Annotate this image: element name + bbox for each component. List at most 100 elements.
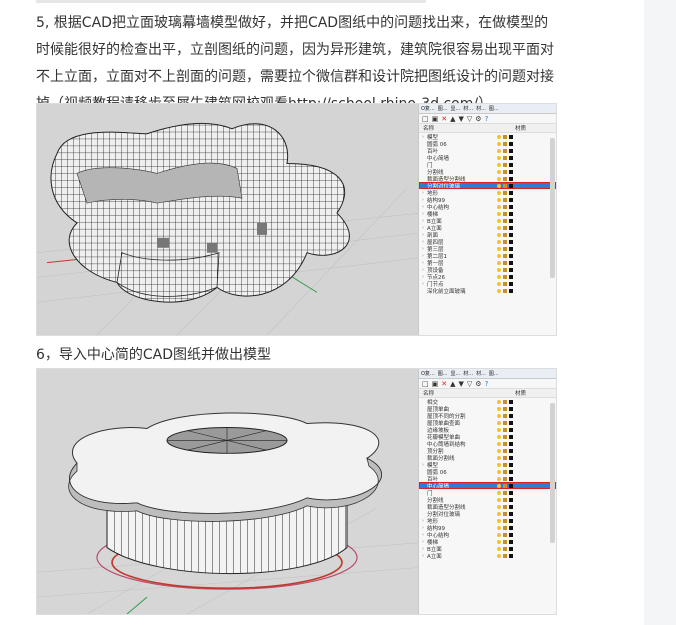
color-swatch[interactable] — [509, 413, 513, 418]
lightbulb-icon[interactable] — [497, 462, 501, 467]
lightbulb-icon[interactable] — [497, 211, 501, 216]
lock-icon[interactable] — [503, 441, 507, 446]
lock-icon[interactable] — [503, 148, 507, 153]
lightbulb-icon[interactable] — [497, 281, 501, 286]
lightbulb-icon[interactable] — [497, 546, 501, 551]
lightbulb-icon[interactable] — [497, 413, 501, 418]
lightbulb-icon[interactable] — [497, 267, 501, 272]
color-swatch[interactable] — [509, 288, 513, 293]
color-swatch[interactable] — [509, 232, 513, 237]
lock-icon[interactable] — [503, 141, 507, 146]
lightbulb-icon[interactable] — [497, 469, 501, 474]
lock-icon[interactable] — [503, 427, 507, 432]
lightbulb-icon[interactable] — [497, 532, 501, 537]
color-swatch[interactable] — [509, 260, 513, 265]
lock-icon[interactable] — [503, 155, 507, 160]
help-icon[interactable]: ? — [485, 380, 489, 388]
tab-layers[interactable]: O复... — [421, 370, 435, 377]
tab-render[interactable]: 材... — [476, 370, 486, 377]
lock-icon[interactable] — [503, 504, 507, 509]
color-swatch[interactable] — [509, 420, 513, 425]
color-swatch[interactable] — [509, 267, 513, 272]
lightbulb-icon[interactable] — [497, 497, 501, 502]
lock-icon[interactable] — [503, 539, 507, 544]
filter-icon[interactable]: ▽ — [467, 380, 472, 388]
scrollbar[interactable] — [550, 403, 555, 543]
expand-chevron-icon[interactable]: › — [419, 532, 427, 538]
lock-icon[interactable] — [503, 239, 507, 244]
color-swatch[interactable] — [509, 406, 513, 411]
delete-icon[interactable]: ✕ — [441, 380, 447, 388]
color-swatch[interactable] — [509, 162, 513, 167]
expand-chevron-icon[interactable]: › — [419, 260, 427, 266]
color-swatch[interactable] — [509, 553, 513, 558]
lock-icon[interactable] — [503, 253, 507, 258]
expand-chevron-icon[interactable]: › — [419, 281, 427, 287]
lock-icon[interactable] — [503, 553, 507, 558]
color-swatch[interactable] — [509, 532, 513, 537]
lock-icon[interactable] — [503, 274, 507, 279]
lightbulb-icon[interactable] — [497, 246, 501, 251]
lock-icon[interactable] — [503, 190, 507, 195]
lock-icon[interactable] — [503, 225, 507, 230]
move-up-icon[interactable]: ▲ — [450, 380, 455, 388]
lightbulb-icon[interactable] — [497, 525, 501, 530]
delete-icon[interactable]: ✕ — [441, 115, 447, 123]
color-swatch[interactable] — [509, 448, 513, 453]
expand-chevron-icon[interactable]: › — [419, 539, 427, 545]
lightbulb-icon[interactable] — [497, 504, 501, 509]
expand-chevron-icon[interactable]: › — [419, 546, 427, 552]
color-swatch[interactable] — [509, 525, 513, 530]
lightbulb-icon[interactable] — [497, 155, 501, 160]
lock-icon[interactable] — [503, 399, 507, 404]
expand-chevron-icon[interactable]: › — [419, 525, 427, 531]
color-swatch[interactable] — [509, 518, 513, 523]
tools-icon[interactable]: ⚙ — [475, 380, 481, 388]
color-swatch[interactable] — [509, 155, 513, 160]
lock-icon[interactable] — [503, 267, 507, 272]
lock-icon[interactable] — [503, 490, 507, 495]
lightbulb-icon[interactable] — [497, 288, 501, 293]
layer-row[interactable]: › A立面 — [419, 552, 556, 560]
color-swatch[interactable] — [509, 134, 513, 139]
tab-render[interactable]: 材... — [476, 105, 486, 112]
expand-chevron-icon[interactable]: › — [419, 204, 427, 210]
color-swatch[interactable] — [509, 225, 513, 230]
expand-chevron-icon[interactable]: › — [419, 267, 427, 273]
tab-layers[interactable]: O复... — [421, 105, 435, 112]
lightbulb-icon[interactable] — [497, 476, 501, 481]
lock-icon[interactable] — [503, 511, 507, 516]
color-swatch[interactable] — [509, 469, 513, 474]
lock-icon[interactable] — [503, 525, 507, 530]
lock-icon[interactable] — [503, 483, 507, 488]
lock-icon[interactable] — [503, 246, 507, 251]
tab-material[interactable]: 材... — [463, 370, 473, 377]
color-swatch[interactable] — [509, 197, 513, 202]
color-swatch[interactable] — [509, 253, 513, 258]
lock-icon[interactable] — [503, 183, 507, 188]
lightbulb-icon[interactable] — [497, 239, 501, 244]
tab-view[interactable]: 显... — [451, 105, 461, 112]
color-swatch[interactable] — [509, 427, 513, 432]
new-sublayer-icon[interactable]: ▣ — [432, 380, 439, 388]
color-swatch[interactable] — [509, 504, 513, 509]
color-swatch[interactable] — [509, 148, 513, 153]
lightbulb-icon[interactable] — [497, 434, 501, 439]
lightbulb-icon[interactable] — [497, 441, 501, 446]
lock-icon[interactable] — [503, 232, 507, 237]
expand-chevron-icon[interactable]: › — [419, 253, 427, 259]
lightbulb-icon[interactable] — [497, 399, 501, 404]
lightbulb-icon[interactable] — [497, 420, 501, 425]
color-swatch[interactable] — [509, 169, 513, 174]
expand-chevron-icon[interactable]: › — [419, 218, 427, 224]
lightbulb-icon[interactable] — [497, 511, 501, 516]
filter-icon[interactable]: ▽ — [467, 115, 472, 123]
color-swatch[interactable] — [509, 204, 513, 209]
expand-chevron-icon[interactable]: › — [419, 225, 427, 231]
lock-icon[interactable] — [503, 546, 507, 551]
expand-chevron-icon[interactable]: › — [419, 462, 427, 468]
lightbulb-icon[interactable] — [497, 190, 501, 195]
lock-icon[interactable] — [503, 469, 507, 474]
move-down-icon[interactable]: ▼ — [459, 380, 464, 388]
lightbulb-icon[interactable] — [497, 539, 501, 544]
